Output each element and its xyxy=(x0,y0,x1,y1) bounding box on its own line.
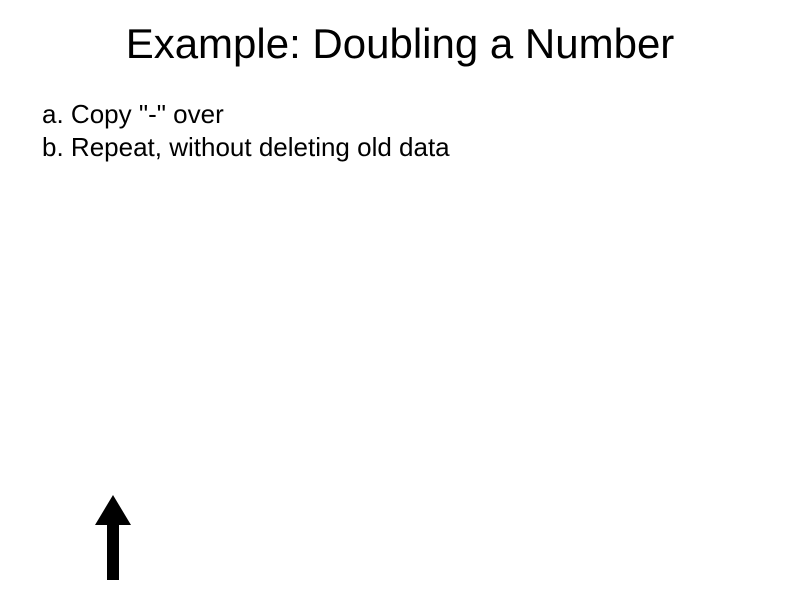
up-arrow-icon xyxy=(95,495,131,580)
list-marker-b: b. xyxy=(42,131,71,164)
slide-title: Example: Doubling a Number xyxy=(0,0,800,98)
slide-content: a. Copy "-" over b. Repeat, without dele… xyxy=(0,98,800,163)
list-text-a: Copy "-" over xyxy=(71,98,224,131)
list-marker-a: a. xyxy=(42,98,71,131)
list-item: a. Copy "-" over xyxy=(42,98,800,131)
list-item: b. Repeat, without deleting old data xyxy=(42,131,800,164)
list-text-b: Repeat, without deleting old data xyxy=(71,131,450,164)
